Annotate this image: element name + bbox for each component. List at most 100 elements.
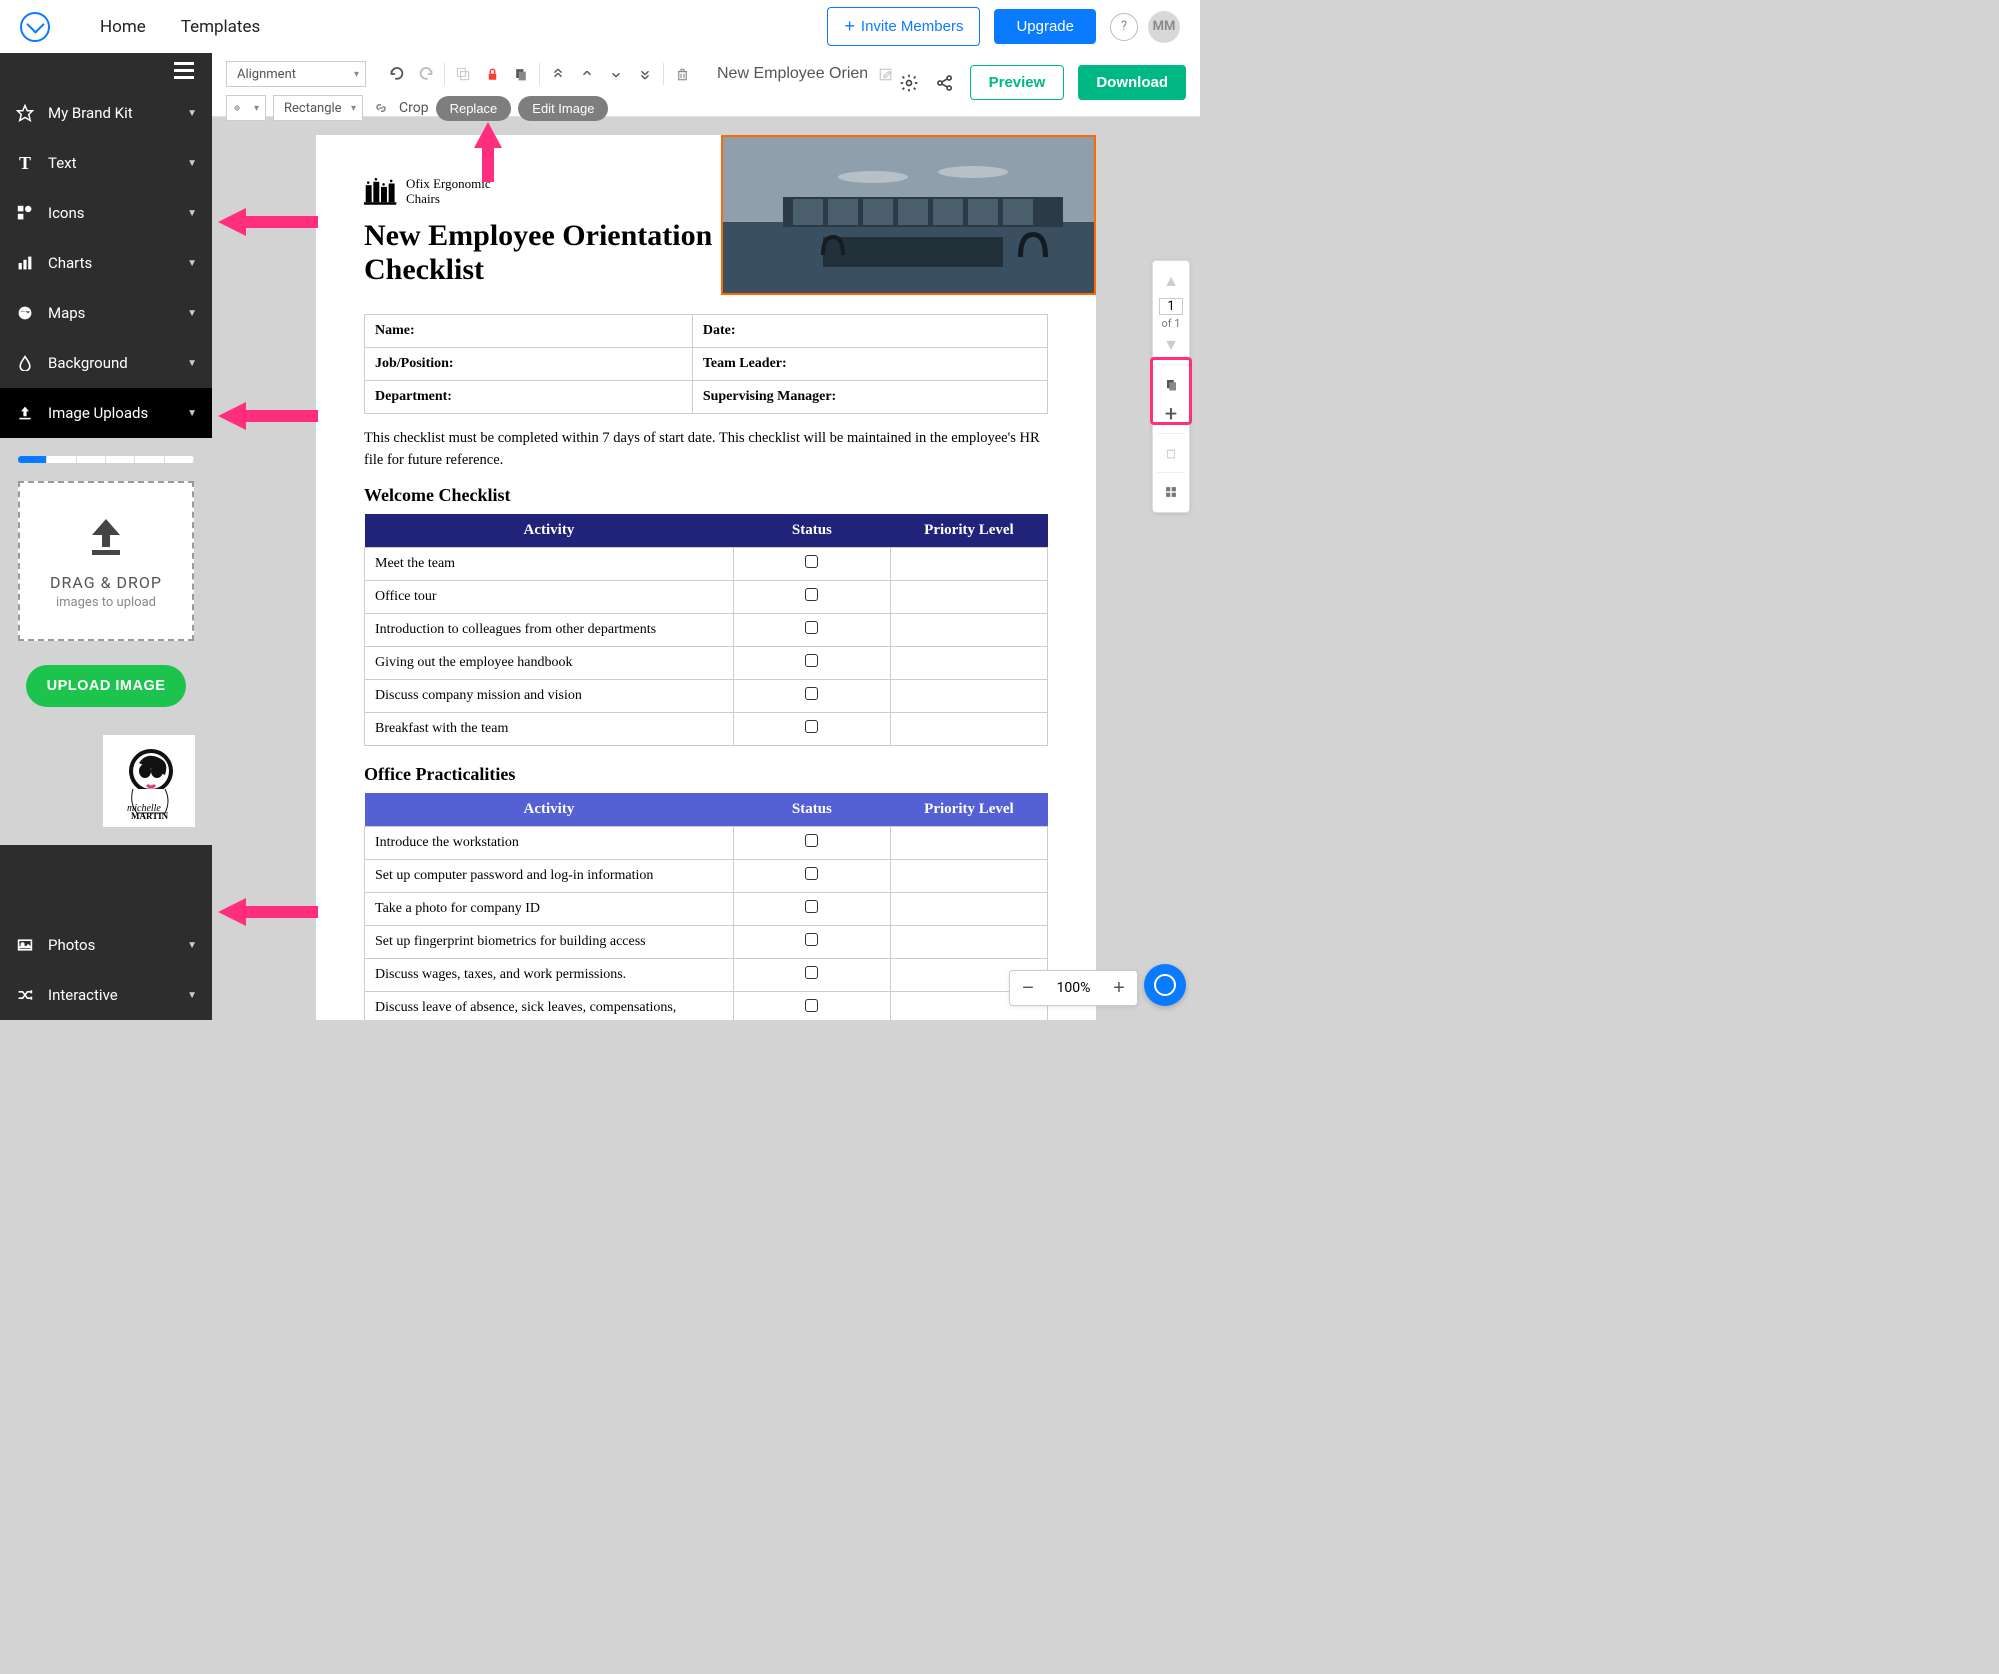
table-row: Introduction to colleagues from other de… xyxy=(365,614,1048,647)
checkbox-icon xyxy=(805,966,818,979)
sidebar-item-maps[interactable]: Maps ▼ xyxy=(0,288,212,338)
table-row: Meet the team xyxy=(365,548,1048,581)
checkbox-icon xyxy=(805,900,818,913)
sidebar-item-brand-kit[interactable]: My Brand Kit ▼ xyxy=(0,88,212,138)
sidebar-label: Icons xyxy=(48,204,187,222)
drop-icon xyxy=(15,353,35,373)
replace-button[interactable]: Replace xyxy=(436,96,512,121)
user-avatar[interactable]: MM xyxy=(1148,11,1180,43)
share-icon[interactable] xyxy=(934,72,956,94)
page-down-button[interactable]: ▼ xyxy=(1153,330,1189,360)
sidebar-item-icons[interactable]: Icons ▼ xyxy=(0,188,212,238)
sidebar-item-text[interactable]: T Text ▼ xyxy=(0,138,212,188)
checkbox-icon xyxy=(805,867,818,880)
chevron-down-icon: ▼ xyxy=(187,940,197,951)
help-fab-button[interactable] xyxy=(1144,964,1186,1006)
group-icon[interactable] xyxy=(452,63,474,85)
chevron-down-icon: ▼ xyxy=(187,258,197,269)
checkbox-icon xyxy=(805,834,818,847)
page-up-button[interactable]: ▲ xyxy=(1153,266,1189,296)
drag-drop-zone[interactable]: DRAG & DROP images to upload xyxy=(18,481,194,641)
undo-icon[interactable] xyxy=(386,63,408,85)
upload-icon xyxy=(15,403,35,423)
bring-forward-icon[interactable] xyxy=(576,63,598,85)
copy-icon[interactable] xyxy=(510,63,532,85)
image-icon xyxy=(15,935,35,955)
zoom-control: − 100% + xyxy=(1009,970,1138,1006)
annotation-arrow xyxy=(468,122,508,182)
shape-dropdown[interactable]: Rectangle xyxy=(273,95,363,121)
plus-icon: + xyxy=(844,16,855,37)
preview-button[interactable]: Preview xyxy=(970,65,1065,100)
upload-image-button[interactable]: UPLOAD IMAGE xyxy=(26,665,186,707)
send-back-icon[interactable] xyxy=(634,63,656,85)
edit-title-icon[interactable] xyxy=(874,63,896,85)
sidebar-item-charts[interactable]: Charts ▼ xyxy=(0,238,212,288)
opacity-dropdown[interactable] xyxy=(226,95,266,121)
document-title-input[interactable] xyxy=(717,65,867,83)
sidebar-toggle[interactable] xyxy=(0,53,212,88)
sidebar-item-background[interactable]: Background ▼ xyxy=(0,338,212,388)
nav-templates[interactable]: Templates xyxy=(181,17,261,37)
annotation-arrow xyxy=(218,204,318,240)
grid-view-button[interactable] xyxy=(1153,477,1189,507)
left-sidebar: My Brand Kit ▼ T Text ▼ Icons ▼ Charts ▼… xyxy=(0,53,212,1020)
redo-icon[interactable] xyxy=(415,63,437,85)
edit-image-button[interactable]: Edit Image xyxy=(518,96,608,121)
chevron-down-icon: ▼ xyxy=(187,108,197,119)
editor-toolbar: Alignment Rectangle Crop Replace Edit Im… xyxy=(212,53,1200,117)
shapes-icon xyxy=(15,203,35,223)
chevron-down-icon: ▼ xyxy=(187,990,197,1001)
table-row: Take a photo for company ID xyxy=(365,893,1048,926)
checkbox-icon xyxy=(805,555,818,568)
sidebar-label: Charts xyxy=(48,254,187,272)
section-title-welcome: Welcome Checklist xyxy=(364,485,1048,506)
info-table: Name:Date: Job/Position:Team Leader: Dep… xyxy=(364,314,1048,414)
brand-logo-icon xyxy=(364,178,398,206)
link-icon[interactable] xyxy=(370,97,392,119)
nav-home[interactable]: Home xyxy=(100,17,146,37)
delete-icon[interactable] xyxy=(671,63,693,85)
document-page[interactable]: Ofix Ergonomic Chairs New Employee Orien… xyxy=(316,135,1096,1020)
document-title: New Employee Orientation Checklist xyxy=(364,219,714,288)
alignment-dropdown[interactable]: Alignment xyxy=(226,61,366,87)
page-tools-panel: ▲ 1 of 1 ▼ + xyxy=(1152,260,1190,513)
text-icon: T xyxy=(15,153,35,173)
settings-icon[interactable] xyxy=(898,72,920,94)
upgrade-button[interactable]: Upgrade xyxy=(994,9,1096,44)
shuffle-icon xyxy=(15,985,35,1005)
uploaded-image-thumbnail[interactable]: michelleMARTIN xyxy=(103,735,195,827)
section-title-office: Office Practicalities xyxy=(364,764,1048,785)
zoom-in-button[interactable]: + xyxy=(1101,970,1137,1006)
zoom-out-button[interactable]: − xyxy=(1010,970,1046,1006)
delete-page-button[interactable] xyxy=(1153,438,1189,468)
help-button[interactable]: ? xyxy=(1110,13,1138,41)
sidebar-item-image-uploads[interactable]: Image Uploads ▼ xyxy=(0,388,212,438)
sidebar-label: Image Uploads xyxy=(48,404,187,422)
table-row: Office tour xyxy=(365,581,1048,614)
hero-image[interactable] xyxy=(721,135,1096,295)
sidebar-item-interactive[interactable]: Interactive ▼ xyxy=(0,970,212,1020)
page-number[interactable]: 1 xyxy=(1159,298,1183,315)
sidebar-label: Interactive xyxy=(48,986,187,1004)
table-row: Introduce the workstation xyxy=(365,827,1048,860)
sidebar-label: Text xyxy=(48,154,187,172)
checkbox-icon xyxy=(805,687,818,700)
add-page-button[interactable]: + xyxy=(1153,399,1189,429)
crop-button[interactable]: Crop xyxy=(399,100,429,116)
logo-icon[interactable] xyxy=(20,12,50,42)
lock-icon[interactable] xyxy=(481,63,503,85)
send-backward-icon[interactable] xyxy=(605,63,627,85)
checkbox-icon xyxy=(805,999,818,1012)
canvas-area[interactable]: Ofix Ergonomic Chairs New Employee Orien… xyxy=(212,117,1200,1020)
invite-members-button[interactable]: + Invite Members xyxy=(827,7,980,46)
checkbox-icon xyxy=(805,621,818,634)
chevron-down-icon: ▼ xyxy=(187,408,197,419)
duplicate-page-button[interactable] xyxy=(1153,369,1189,399)
download-button[interactable]: Download xyxy=(1078,65,1186,100)
bring-front-icon[interactable] xyxy=(547,63,569,85)
checkbox-icon xyxy=(805,720,818,733)
sidebar-item-photos[interactable]: Photos ▼ xyxy=(0,920,212,970)
zoom-level: 100% xyxy=(1046,980,1101,996)
sidebar-label: Background xyxy=(48,354,187,372)
